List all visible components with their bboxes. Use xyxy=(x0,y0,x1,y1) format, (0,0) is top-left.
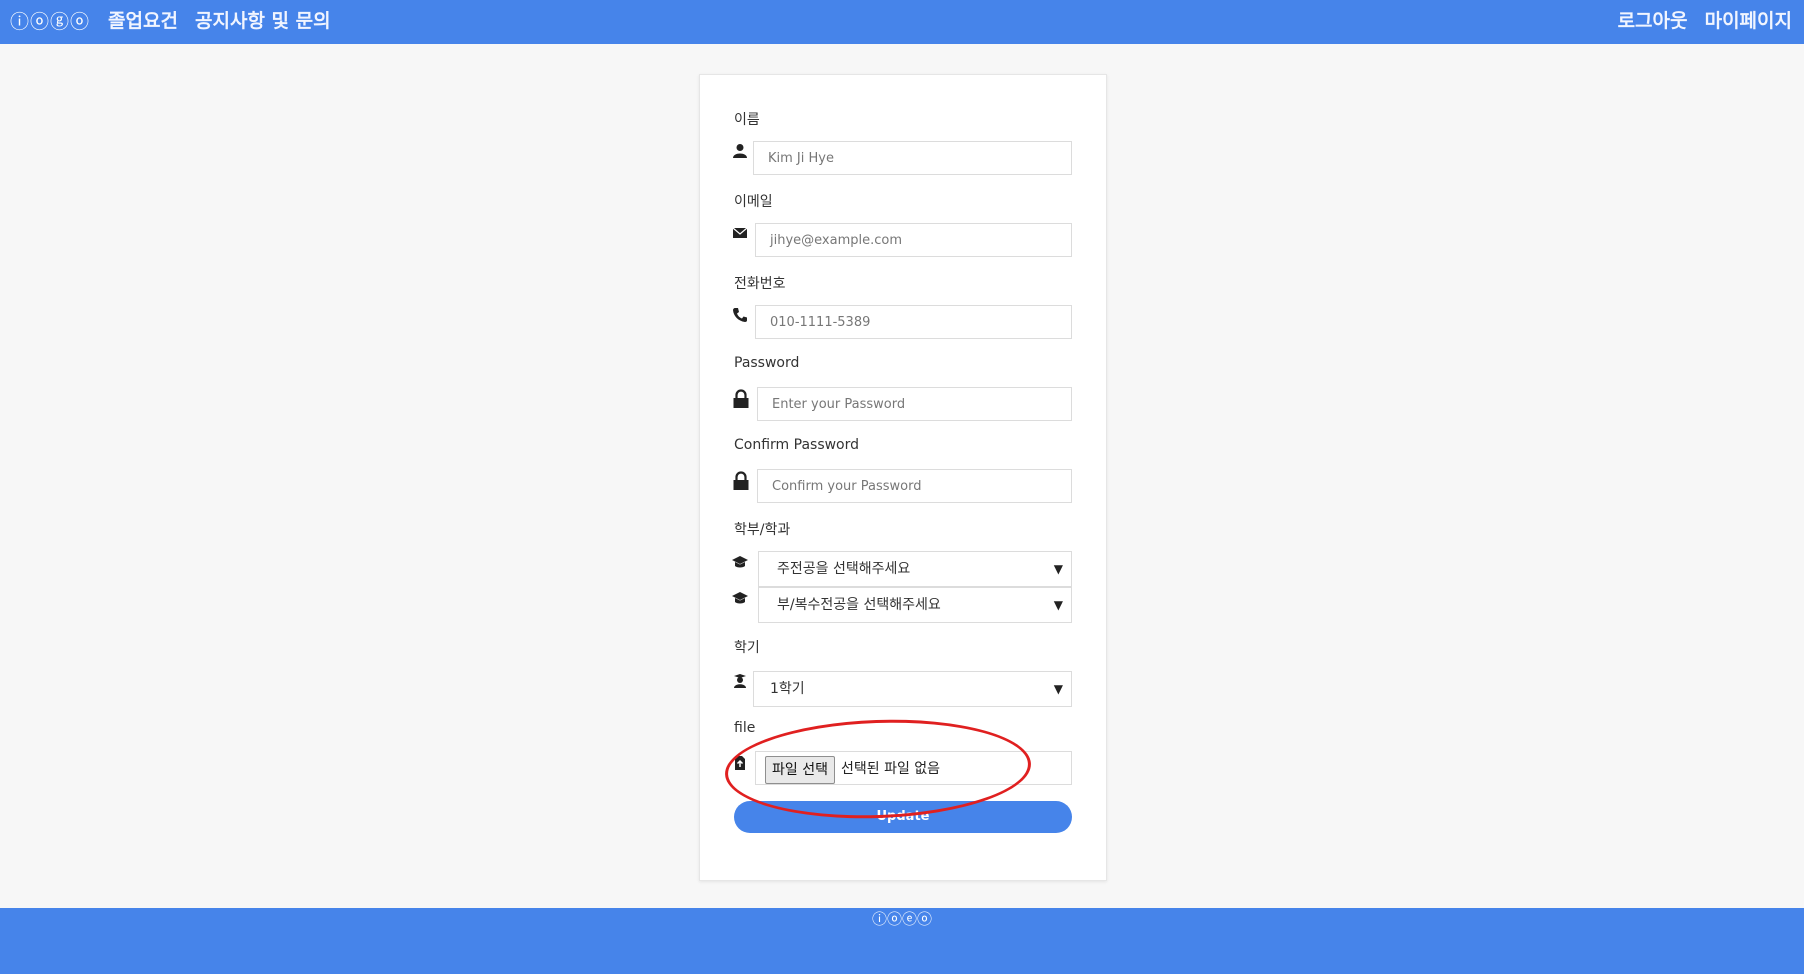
password-input[interactable]: Enter your Password xyxy=(757,387,1072,421)
nav-right: 로그아웃 마이페이지 xyxy=(1618,6,1804,33)
confirm-password-label: Confirm Password xyxy=(734,437,860,453)
name-label: 이름 xyxy=(734,112,760,128)
phone-icon xyxy=(733,308,747,322)
footer: ⓘⓞⓔⓞ xyxy=(0,908,1804,974)
semester-select-value: 1학기 xyxy=(770,681,805,697)
semester-label: 학기 xyxy=(734,640,760,656)
nav-notice-inquiry[interactable]: 공지사항 및 문의 xyxy=(195,10,331,32)
email-input[interactable]: jihye@example.com xyxy=(755,223,1072,257)
minor-select-value: 부/복수전공을 선택해주세요 xyxy=(777,597,941,613)
update-button[interactable]: Update xyxy=(734,801,1072,833)
profile-form-card: 이름 Kim Ji Hye 이메일 jihye@example.com 전화번호… xyxy=(699,74,1107,881)
graduation-cap-icon xyxy=(732,556,748,568)
logo[interactable]: ⓘⓞⓖⓞ xyxy=(10,7,90,34)
major-select-value: 주전공을 선택해주세요 xyxy=(777,561,911,577)
lock-icon xyxy=(733,389,749,408)
file-status: 선택된 파일 없음 xyxy=(840,761,941,777)
confirm-password-input[interactable]: Confirm your Password xyxy=(757,469,1072,503)
footer-logo: ⓘⓞⓔⓞ xyxy=(871,910,932,928)
file-label: file xyxy=(734,720,756,736)
lock-icon xyxy=(733,471,749,490)
semester-select[interactable]: 1학기 ▼ xyxy=(753,671,1072,707)
name-input[interactable]: Kim Ji Hye xyxy=(753,141,1072,175)
nav-graduation-requirements[interactable]: 졸업요건 xyxy=(108,10,178,32)
file-input[interactable]: 파일 선택 선택된 파일 없음 xyxy=(755,751,1072,785)
user-icon xyxy=(733,144,747,158)
graduation-cap-icon xyxy=(732,592,748,604)
phone-label: 전화번호 xyxy=(734,276,786,292)
nav-logout[interactable]: 로그아웃 xyxy=(1618,10,1688,32)
chevron-down-icon: ▼ xyxy=(1053,562,1063,576)
phone-input[interactable]: 010-1111-5389 xyxy=(755,305,1072,339)
file-select-button[interactable]: 파일 선택 xyxy=(765,756,835,784)
password-label: Password xyxy=(734,355,800,371)
student-icon xyxy=(734,674,746,688)
file-upload-icon xyxy=(735,756,745,770)
nav-left: 졸업요건 공지사항 및 문의 xyxy=(108,6,343,33)
top-navbar: ⓘⓞⓖⓞ 졸업요건 공지사항 및 문의 로그아웃 마이페이지 xyxy=(0,0,1804,44)
minor-select[interactable]: 부/복수전공을 선택해주세요 ▼ xyxy=(758,587,1072,623)
chevron-down-icon: ▼ xyxy=(1053,598,1063,612)
envelope-icon xyxy=(732,227,748,238)
email-label: 이메일 xyxy=(734,194,773,210)
chevron-down-icon: ▼ xyxy=(1053,682,1063,696)
department-label: 학부/학과 xyxy=(734,522,791,538)
major-select[interactable]: 주전공을 선택해주세요 ▼ xyxy=(758,551,1072,587)
nav-mypage[interactable]: 마이페이지 xyxy=(1705,10,1792,32)
